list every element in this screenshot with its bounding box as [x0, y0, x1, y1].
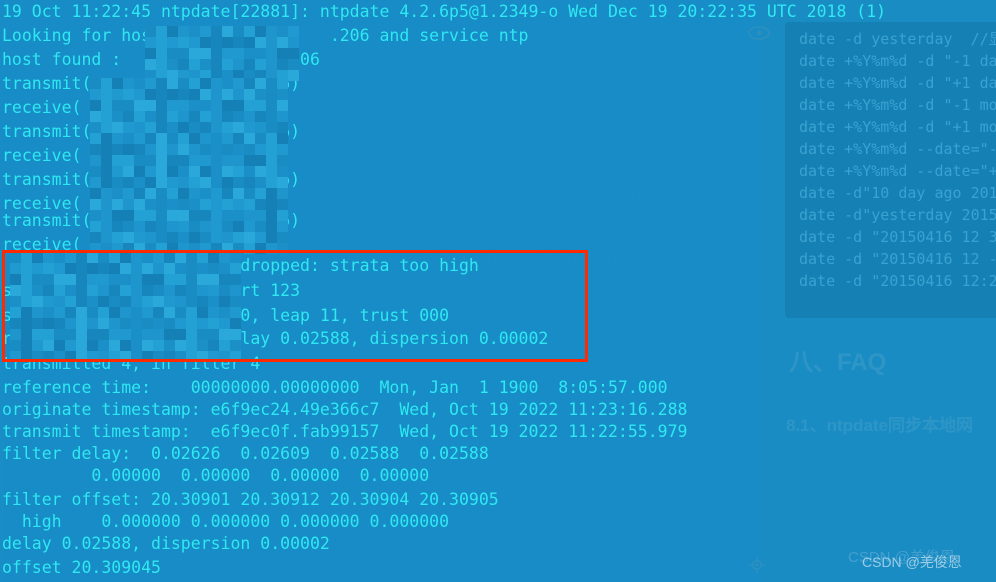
background-code-line: date +%Y%m%d --date="+1 — [799, 162, 996, 180]
terminal-line: 0.00000 0.00000 0.00000 0.00000 — [2, 466, 430, 485]
terminal-line: receive( 206) — [2, 98, 291, 117]
terminal-line: transmit( 206) — [2, 74, 301, 93]
terminal-line: host found : .206 — [2, 50, 320, 69]
terminal-line: filter delay: 0.02626 0.02609 0.02588 0.… — [2, 444, 489, 463]
terminal-line: reference time: 00000000.00000000 Mon, J… — [2, 378, 668, 397]
terminal-line: receive( 206) — [2, 146, 291, 165]
background-code-block: date -d yesterday //显示 date +%Y%m%d -d "-… — [785, 22, 996, 318]
terminal-line: offset 20.309045 — [2, 558, 161, 577]
background-code-line: date +%Y%m%d --date="-1 — [799, 140, 996, 158]
background-code-line: date -d "20150416 12 -1 — [799, 250, 996, 268]
eye-icon[interactable] — [748, 26, 770, 40]
terminal-line: transmit( 206) — [2, 122, 301, 141]
terminal-line: transmit( 206) — [2, 170, 301, 189]
terminal-line: transmit timestamp: e6f9ec0f.fab99157 We… — [2, 422, 688, 441]
crosshair-icon[interactable] — [748, 556, 766, 574]
background-code-line: date +%Y%m%d -d "-1 day" — [799, 52, 996, 70]
terminal-line: originate timestamp: e6f9ec24.49e366c7 W… — [2, 400, 688, 419]
background-code-line: date +%Y%m%d -d "+1 month — [799, 118, 996, 136]
terminal-line: filter offset: 20.30901 20.30912 20.3090… — [2, 490, 499, 509]
terminal-line: transmit( .206) — [2, 211, 301, 230]
background-heading-section: 8.1、ntpdate同步本地网 — [786, 416, 974, 435]
red-highlight-box — [2, 250, 588, 362]
terminal-line: high 0.000000 0.000000 0.000000 0.000000 — [2, 512, 450, 531]
background-code-line: date -d"10 day ago 2015- — [799, 184, 996, 202]
background-heading-faq: 八、FAQ — [789, 349, 887, 376]
background-code-line: date -d"yesterday 2015040 — [799, 206, 996, 224]
background-code-line: date +%Y%m%d -d "-1 month — [799, 96, 996, 114]
terminal-line: Looking for host .206 and service ntp — [2, 26, 529, 45]
watermark: CSDN @羌俊恩 — [862, 554, 962, 570]
background-code-line: date -d "20150416 12:20 — [799, 272, 996, 290]
background-code-line: date -d "20150416 12 3 h — [799, 228, 996, 246]
terminal-line: delay 0.02588, dispersion 0.00002 — [2, 534, 330, 553]
background-code-line: date -d yesterday //显示 — [799, 30, 996, 48]
background-code-line: date +%Y%m%d -d "+1 day" — [799, 74, 996, 92]
terminal-line: 19 Oct 11:22:45 ntpdate[22881]: ntpdate … — [2, 2, 887, 21]
